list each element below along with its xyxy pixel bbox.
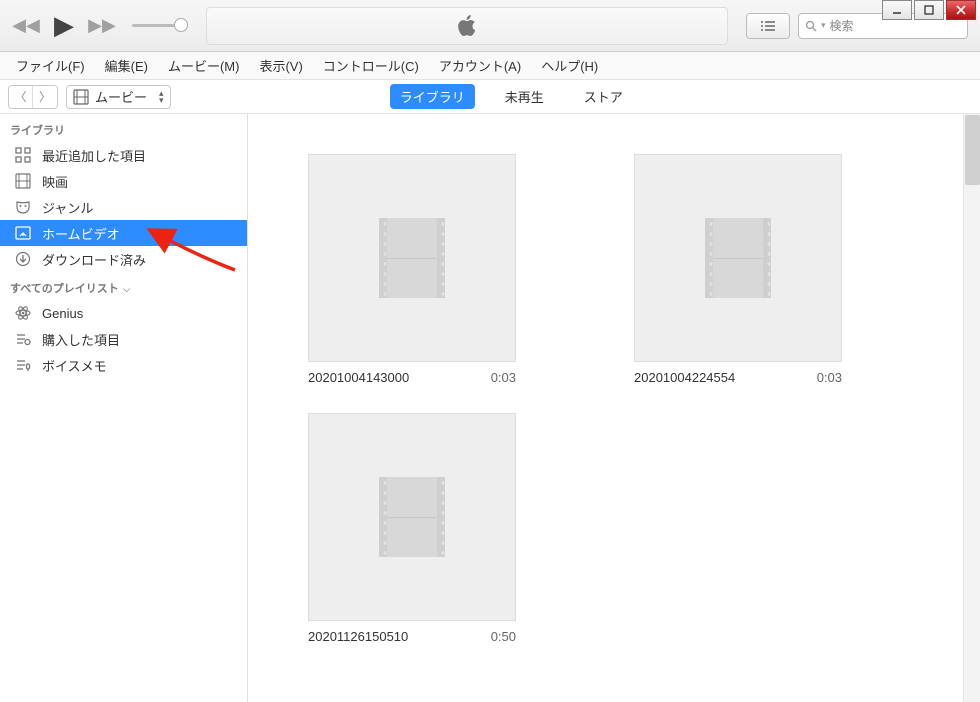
video-thumbnail bbox=[634, 154, 842, 362]
nav-history: 〈 〉 bbox=[8, 85, 58, 109]
search-placeholder: 検索 bbox=[830, 17, 854, 34]
close-button[interactable] bbox=[946, 0, 976, 20]
video-thumbnail bbox=[308, 154, 516, 362]
sidebar-item-label: 最近追加した項目 bbox=[42, 146, 146, 165]
search-dropdown-icon: ▾ bbox=[821, 20, 826, 31]
menu-bar: ファイル(F) 編集(E) ムービー(M) 表示(V) コントロール(C) アカ… bbox=[0, 52, 980, 80]
video-duration: 0:50 bbox=[491, 629, 516, 644]
tab-unplayed[interactable]: 未再生 bbox=[495, 84, 554, 109]
tab-library[interactable]: ライブラリ bbox=[390, 84, 475, 109]
select-carets-icon: ▴▾ bbox=[159, 90, 164, 104]
minimize-button[interactable] bbox=[882, 0, 912, 20]
download-icon bbox=[14, 250, 32, 268]
menu-control[interactable]: コントロール(C) bbox=[315, 53, 427, 78]
video-duration: 0:03 bbox=[817, 370, 842, 385]
menu-file[interactable]: ファイル(F) bbox=[8, 53, 93, 78]
center-tabs: ライブラリ 未再生 ストア bbox=[171, 84, 852, 109]
search-icon bbox=[805, 20, 817, 32]
lcd-display bbox=[206, 7, 728, 45]
media-select-label: ムービー bbox=[95, 87, 147, 106]
apple-logo-icon bbox=[456, 13, 478, 39]
video-item[interactable]: 20201126150510 0:50 bbox=[308, 413, 516, 644]
list-view-button[interactable] bbox=[746, 13, 790, 39]
navigation-bar: 〈 〉 ムービー ▴▾ ライブラリ 未再生 ストア bbox=[0, 80, 980, 114]
playback-controls: ◀◀ ▶ ▶▶ bbox=[12, 12, 188, 40]
content-area: 20201004143000 0:03 20201004224554 0:03 20… bbox=[248, 114, 980, 702]
main-area: ライブラリ 最近追加した項目 映画 ジャンル ホームビデオ ダウンロード済み す… bbox=[0, 114, 980, 702]
film-icon bbox=[73, 89, 89, 105]
sidebar-item-label: ホームビデオ bbox=[42, 224, 120, 243]
video-grid: 20201004143000 0:03 20201004224554 0:03 20… bbox=[308, 154, 920, 644]
video-duration: 0:03 bbox=[491, 370, 516, 385]
nav-back-button[interactable]: 〈 bbox=[9, 86, 33, 108]
window-controls bbox=[882, 0, 976, 20]
nav-forward-button[interactable]: 〉 bbox=[33, 86, 57, 108]
sidebar-item-label: ダウンロード済み bbox=[42, 250, 146, 269]
menu-movie[interactable]: ムービー(M) bbox=[160, 53, 248, 78]
sidebar-item-purchased[interactable]: 購入した項目 bbox=[0, 326, 247, 352]
vertical-scrollbar[interactable] bbox=[963, 114, 980, 702]
home-video-icon bbox=[14, 224, 32, 242]
film-icon bbox=[14, 172, 32, 190]
menu-help[interactable]: ヘルプ(H) bbox=[533, 53, 606, 78]
purchased-list-icon bbox=[14, 330, 32, 348]
video-item[interactable]: 20201004224554 0:03 bbox=[634, 154, 842, 385]
sidebar-item-label: 映画 bbox=[42, 172, 68, 191]
genius-atom-icon bbox=[14, 304, 32, 322]
sidebar-item-downloaded[interactable]: ダウンロード済み bbox=[0, 246, 247, 272]
sidebar-section-playlists[interactable]: すべてのプレイリスト ⌵ bbox=[0, 272, 247, 300]
grid-icon bbox=[14, 146, 32, 164]
video-name: 20201004224554 bbox=[634, 370, 735, 385]
maximize-button[interactable] bbox=[914, 0, 944, 20]
player-toolbar: ◀◀ ▶ ▶▶ ▾ 検索 bbox=[0, 0, 980, 52]
next-button[interactable]: ▶▶ bbox=[88, 12, 116, 40]
sidebar-item-label: ボイスメモ bbox=[42, 356, 107, 375]
voice-memo-list-icon bbox=[14, 356, 32, 374]
chevron-down-icon: ⌵ bbox=[121, 284, 130, 294]
sidebar-item-movies[interactable]: 映画 bbox=[0, 168, 247, 194]
sidebar-item-label: 購入した項目 bbox=[42, 330, 120, 349]
sidebar-item-genres[interactable]: ジャンル bbox=[0, 194, 247, 220]
sidebar-item-home-videos[interactable]: ホームビデオ bbox=[0, 220, 247, 246]
volume-slider[interactable] bbox=[132, 24, 188, 27]
video-item[interactable]: 20201004143000 0:03 bbox=[308, 154, 516, 385]
sidebar-item-genius[interactable]: Genius bbox=[0, 300, 247, 326]
play-button[interactable]: ▶ bbox=[50, 12, 78, 40]
menu-account[interactable]: アカウント(A) bbox=[431, 53, 529, 78]
sidebar-item-label: ジャンル bbox=[42, 198, 93, 217]
sidebar-section-library: ライブラリ bbox=[0, 114, 247, 142]
previous-button[interactable]: ◀◀ bbox=[12, 12, 40, 40]
sidebar-item-voicememos[interactable]: ボイスメモ bbox=[0, 352, 247, 378]
video-thumbnail bbox=[308, 413, 516, 621]
tab-store[interactable]: ストア bbox=[574, 84, 633, 109]
sidebar: ライブラリ 最近追加した項目 映画 ジャンル ホームビデオ ダウンロード済み す… bbox=[0, 114, 248, 702]
video-name: 20201126150510 bbox=[308, 629, 408, 644]
menu-view[interactable]: 表示(V) bbox=[251, 53, 310, 78]
media-type-selector[interactable]: ムービー ▴▾ bbox=[66, 85, 171, 109]
theater-mask-icon bbox=[14, 198, 32, 216]
sidebar-item-label: Genius bbox=[42, 306, 83, 321]
menu-edit[interactable]: 編集(E) bbox=[97, 53, 156, 78]
sidebar-item-recent[interactable]: 最近追加した項目 bbox=[0, 142, 247, 168]
video-name: 20201004143000 bbox=[308, 370, 409, 385]
